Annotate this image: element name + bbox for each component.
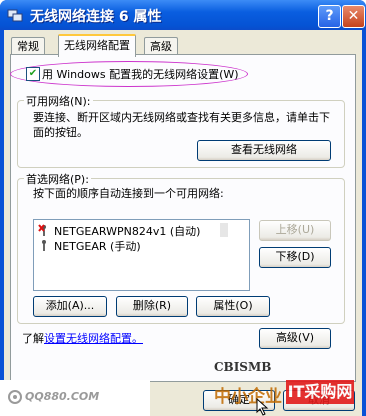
it-procurement-watermark: IT采购网 [286, 380, 354, 404]
available-networks-title: 可用网络(N): [24, 93, 93, 109]
qq-logo-icon [8, 390, 22, 404]
list-item-label: NETGEARWPN824v1 (自动) [54, 225, 201, 238]
help-button[interactable]: ? [318, 5, 341, 28]
view-wireless-networks-button[interactable]: 查看无线网络 [197, 140, 331, 161]
window-title: 无线网络连接 6 属性 [30, 9, 162, 25]
move-up-button[interactable]: 上移(U) [259, 220, 331, 241]
available-networks-description: 要连接、断开区域内无线网络或查找有关更多信息，请单击下面的按钮。 [33, 111, 330, 139]
close-button[interactable]: ✕ [342, 5, 365, 28]
qq880-watermark: QQ880.COM [25, 390, 100, 403]
tab-wireless-networks[interactable]: 无线网络配置 [58, 34, 136, 57]
use-windows-checkbox[interactable]: ✔ [26, 67, 40, 81]
preferred-networks-description: 按下面的顺序自动连接到一个可用网络: [33, 187, 224, 200]
use-windows-checkbox-label[interactable]: 用 Windows 配置我的无线网络设置(W) [42, 66, 239, 82]
learn-more-text: 了解设置无线网络配置。 [22, 330, 143, 346]
tab-general[interactable]: 常规 [11, 37, 45, 55]
learn-more-prefix: 了解 [22, 332, 44, 345]
mouse-cursor-icon [256, 398, 269, 416]
move-down-button[interactable]: 下移(D) [259, 247, 331, 268]
learn-more-link[interactable]: 设置无线网络配置。 [44, 332, 143, 345]
advanced-button[interactable]: 高级(V) [259, 328, 331, 349]
remove-button[interactable]: 删除(R) [116, 296, 188, 317]
add-button[interactable]: 添加(A)... [33, 296, 107, 317]
list-item[interactable]: NETGEARWPN824v1 (自动) [38, 223, 218, 238]
list-item[interactable]: NETGEAR (手动) [38, 238, 218, 253]
tab-advanced[interactable]: 高级 [144, 37, 178, 55]
wireless-network-x-icon [38, 224, 46, 236]
list-item-label: NETGEAR (手动) [54, 240, 141, 253]
properties-button[interactable]: 属性(O) [196, 296, 270, 317]
network-connection-icon [7, 9, 23, 22]
wireless-network-icon [42, 240, 46, 251]
list-selection-fragment [220, 223, 228, 237]
cbismb-watermark: CBISMB [214, 360, 272, 374]
zhongxiao-watermark: 中小企业 [214, 387, 282, 407]
